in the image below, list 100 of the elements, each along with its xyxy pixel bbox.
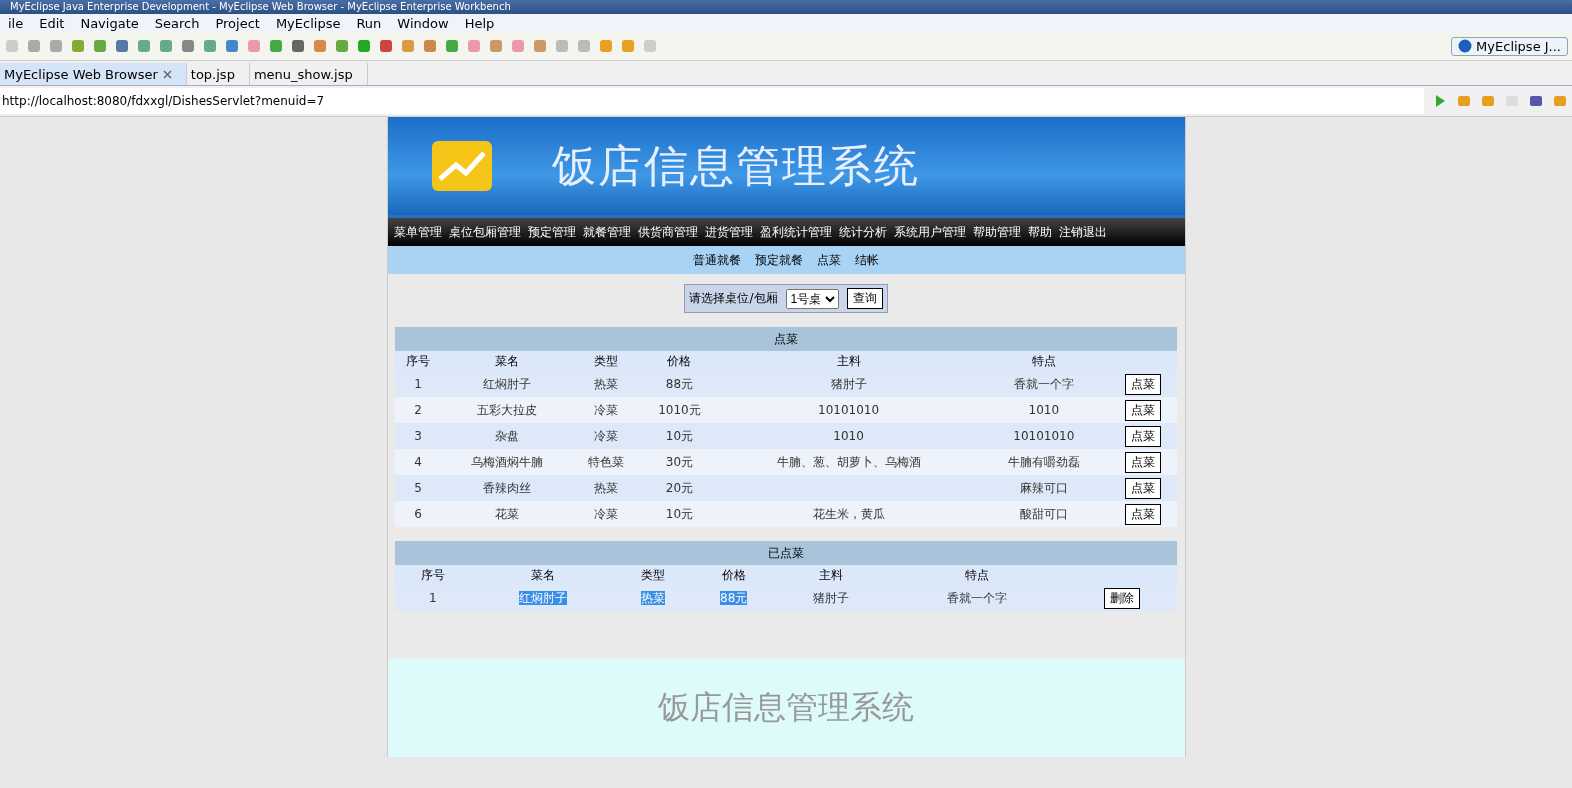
- table-cell: 特色菜: [588, 454, 625, 469]
- table-cell: 猪肘子: [813, 590, 850, 605]
- table-cell: 88元: [720, 590, 748, 605]
- banner-title: 饭店信息管理系统: [551, 138, 920, 193]
- table-cell: 香辣肉丝: [482, 480, 531, 495]
- footer-title: 饭店信息管理系统: [658, 687, 914, 728]
- table-cell: 88元: [665, 376, 694, 391]
- menu-item[interactable]: Help: [456, 15, 503, 31]
- order-button[interactable]: 点菜: [1125, 425, 1162, 447]
- table-cell: 冷菜: [594, 506, 619, 521]
- delete-button[interactable]: 删除: [1103, 587, 1140, 609]
- nav-link[interactable]: 注销退出: [1058, 223, 1107, 241]
- table-cell: 10101010: [818, 403, 880, 417]
- table-cell: 1: [414, 377, 422, 391]
- table-cell: 1010: [833, 429, 864, 443]
- table-cell: 6: [414, 507, 422, 521]
- nav-link[interactable]: 帮助: [1027, 223, 1052, 241]
- subnav-link[interactable]: 预定就餐: [755, 251, 803, 269]
- table-cell: 4: [414, 455, 422, 469]
- column-header: 类型: [615, 565, 692, 585]
- table-cell: 酸甜可口: [1019, 506, 1068, 521]
- nav-link[interactable]: 桌位包厢管理: [448, 223, 521, 241]
- nav-link[interactable]: 预定管理: [527, 223, 576, 241]
- table-cell: 1010元: [658, 402, 701, 417]
- column-header: 菜名: [470, 565, 616, 585]
- nav-link[interactable]: 系统用户管理: [893, 223, 966, 241]
- table-cell: 香就一个字: [946, 590, 1007, 605]
- editor-tab[interactable]: top.jsp: [186, 63, 250, 85]
- table-cell: 牛腩、葱、胡萝卜、乌梅酒: [776, 454, 921, 469]
- menu-item[interactable]: MyEclipse: [267, 15, 349, 31]
- table-cell: 5: [414, 481, 422, 495]
- editor-tab[interactable]: menu_show.jsp: [249, 63, 368, 85]
- table-cell: 2: [414, 403, 422, 417]
- column-header: 主料: [776, 565, 887, 585]
- subnav-link[interactable]: 普通就餐: [693, 251, 741, 269]
- order-button[interactable]: 点菜: [1125, 503, 1162, 525]
- table-cell: 1010: [1028, 403, 1060, 417]
- menu-item[interactable]: Run: [348, 15, 390, 31]
- order-button[interactable]: 点菜: [1125, 477, 1162, 499]
- table-cell: 牛腩有嚼劲磊: [1007, 454, 1080, 469]
- column-header: 价格: [691, 565, 777, 585]
- menu-item[interactable]: Navigate: [72, 15, 147, 31]
- menu-item[interactable]: Search: [146, 15, 208, 31]
- table-cell: 花生米，黄瓜: [812, 506, 885, 521]
- picker-label: 请选择桌位/包厢: [689, 290, 778, 307]
- menu-item[interactable]: Project: [207, 15, 268, 31]
- menu-item[interactable]: Edit: [31, 15, 73, 31]
- subnav-link[interactable]: 结帐: [855, 251, 879, 269]
- table-title: 点菜: [395, 327, 1177, 351]
- menu-item[interactable]: Window: [389, 15, 457, 31]
- column-header: 特点: [886, 565, 1067, 585]
- table-cell: 冷菜: [594, 402, 619, 417]
- table-cell: 猪肘子: [830, 376, 867, 391]
- menu-item[interactable]: ile: [0, 15, 32, 31]
- nav-link[interactable]: 就餐管理: [582, 223, 631, 241]
- table-cell: 1: [428, 591, 437, 605]
- nav-link[interactable]: 统计分析: [838, 223, 887, 241]
- order-button[interactable]: 点菜: [1125, 399, 1162, 421]
- perspective-button[interactable]: MyEclipse J...: [1451, 36, 1568, 56]
- column-header: 特点: [978, 351, 1110, 371]
- table-cell: 30元: [665, 454, 694, 469]
- window-title: MyEclipse Java Enterprise Development - MyEclipse Web Browser - MyEclipse Enterprise Workbench: [9, 1, 511, 13]
- subnav-link[interactable]: 点菜: [817, 251, 841, 269]
- chart-logo-icon: [431, 141, 492, 191]
- table-cell: 五彩大拉皮: [476, 402, 537, 417]
- column-header: 菜名: [441, 351, 573, 371]
- order-button[interactable]: 点菜: [1125, 451, 1162, 473]
- table-cell: 红焖肘子: [519, 590, 568, 605]
- table-cell: 3: [414, 429, 422, 443]
- column-header: 序号: [395, 565, 471, 585]
- nav-link[interactable]: 供货商管理: [637, 223, 698, 241]
- table-cell: 冷菜: [594, 428, 619, 443]
- editor-tab[interactable]: MyEclipse Web Browser: [0, 63, 187, 85]
- query-button[interactable]: 查询: [846, 288, 883, 309]
- table-cell: 乌梅酒焖牛腩: [470, 454, 543, 469]
- table-cell: 红焖肘子: [482, 376, 531, 391]
- nav-link[interactable]: 进货管理: [704, 223, 753, 241]
- table-cell: 花菜: [494, 506, 519, 521]
- table-cell: 香就一个字: [1013, 376, 1074, 391]
- table-cell: 10元: [665, 428, 694, 443]
- table-cell: 热菜: [594, 376, 619, 391]
- table-cell: 热菜: [594, 480, 619, 495]
- order-button[interactable]: 点菜: [1125, 373, 1162, 395]
- nav-link[interactable]: 盈利统计管理: [759, 223, 832, 241]
- nav-link[interactable]: 帮助管理: [972, 223, 1021, 241]
- close-icon[interactable]: [162, 69, 172, 79]
- column-header: 序号: [395, 351, 442, 371]
- nav-link[interactable]: 菜单管理: [393, 223, 442, 241]
- column-header: 类型: [572, 351, 640, 371]
- table-cell: 麻辣可口: [1019, 480, 1068, 495]
- table-cell: 10101010: [1013, 429, 1075, 443]
- table-cell: 杂盘: [494, 428, 519, 443]
- column-header: 价格: [639, 351, 719, 371]
- table-title: 已点菜: [395, 541, 1177, 565]
- table-cell: 热菜: [641, 590, 666, 605]
- column-header: 主料: [719, 351, 979, 371]
- table-cell: 10元: [665, 506, 694, 521]
- table-cell: 20元: [665, 480, 694, 495]
- table-select[interactable]: 1号桌: [785, 288, 839, 309]
- address-field[interactable]: http://localhost:8080/fdxxgl/DishesServlet?menuid=7: [0, 88, 1424, 114]
